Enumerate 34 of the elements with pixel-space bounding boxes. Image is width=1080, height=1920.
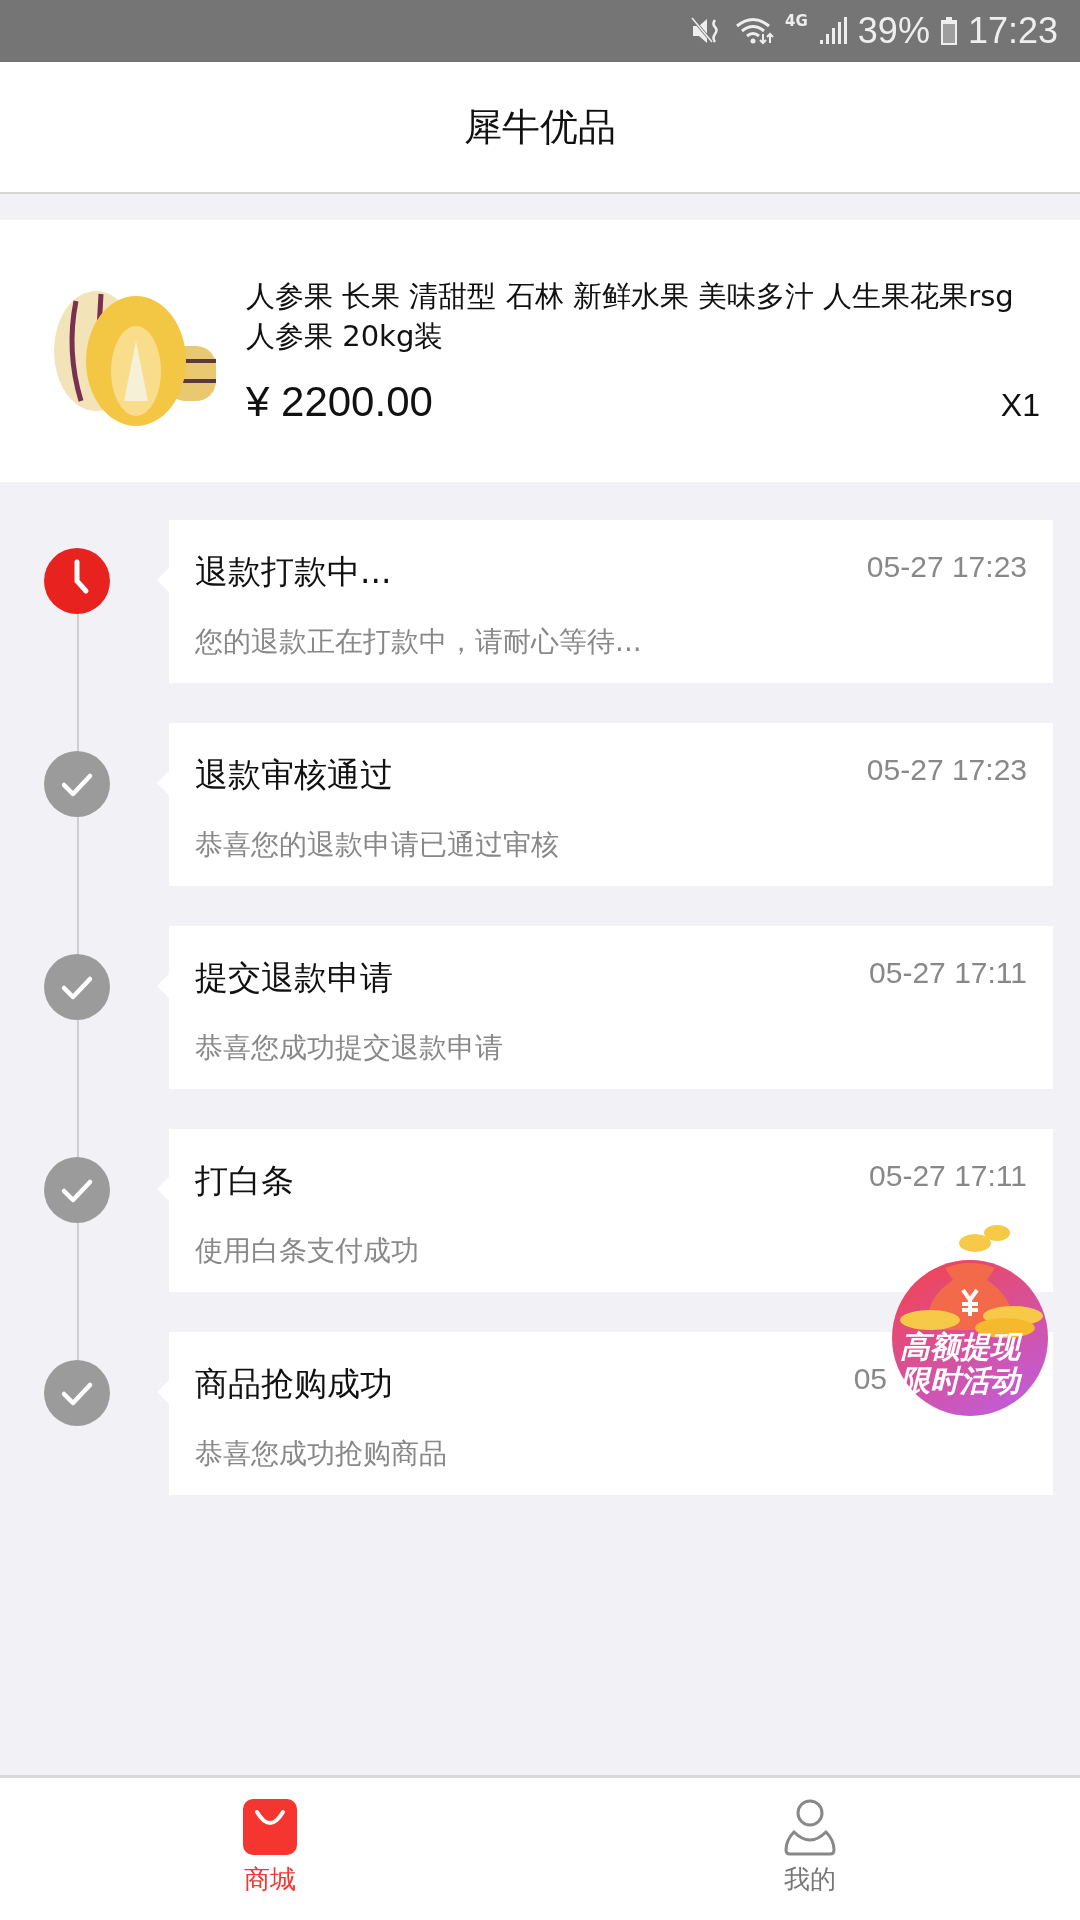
status-detail: 使用白条支付成功 [195, 1233, 420, 1269]
product-price: ¥ 2200.00 [246, 378, 433, 426]
status-title: 打白条 [195, 1160, 294, 1202]
network-type: 4G [785, 12, 808, 30]
status-title: 退款审核通过 [195, 754, 393, 796]
status-detail: 恭喜您成功抢购商品 [195, 1436, 448, 1472]
status-time: 05-27 17:23 [866, 550, 1027, 585]
status-title: 退款打款中... [195, 551, 392, 593]
status-time: 05-27 17:11 [869, 1159, 1027, 1194]
page-title: 犀牛优品 [464, 103, 616, 151]
signal-icon [817, 16, 848, 46]
status-time: 05-27 17:11 [869, 956, 1027, 991]
battery-icon [939, 16, 958, 46]
shopping-bag-icon [242, 1798, 298, 1856]
status-time: 05 [853, 1362, 887, 1397]
battery-percent: 39% [857, 10, 930, 52]
check-icon [44, 1360, 110, 1426]
tab[interactable]: 我的 [540, 1778, 1080, 1920]
status-time: 05-27 17:23 [866, 753, 1027, 788]
status-detail: 恭喜您的退款申请已通过审核 [195, 827, 560, 863]
status-title: 提交退款申请 [195, 957, 393, 999]
check-icon [44, 954, 110, 1020]
status-title: 商品抢购成功 [195, 1363, 393, 1405]
clock-icon [44, 548, 110, 614]
wifi-icon [735, 16, 776, 46]
check-icon [44, 1157, 110, 1223]
status-detail: 恭喜您成功提交退款申请 [195, 1030, 504, 1066]
person-icon [784, 1798, 836, 1856]
check-icon [44, 751, 110, 817]
product-quantity: X1 [1000, 387, 1040, 424]
clock: 17:23 [967, 10, 1058, 52]
status-detail: 您的退款正在打款中，请耐心等待... [195, 624, 643, 660]
product-name: 人参果 长果 清甜型 石林 新鲜水果 美味多汁 人生果花果rsg 人参果 20kg装 [246, 278, 1015, 355]
tab[interactable]: 商城 [0, 1778, 540, 1920]
